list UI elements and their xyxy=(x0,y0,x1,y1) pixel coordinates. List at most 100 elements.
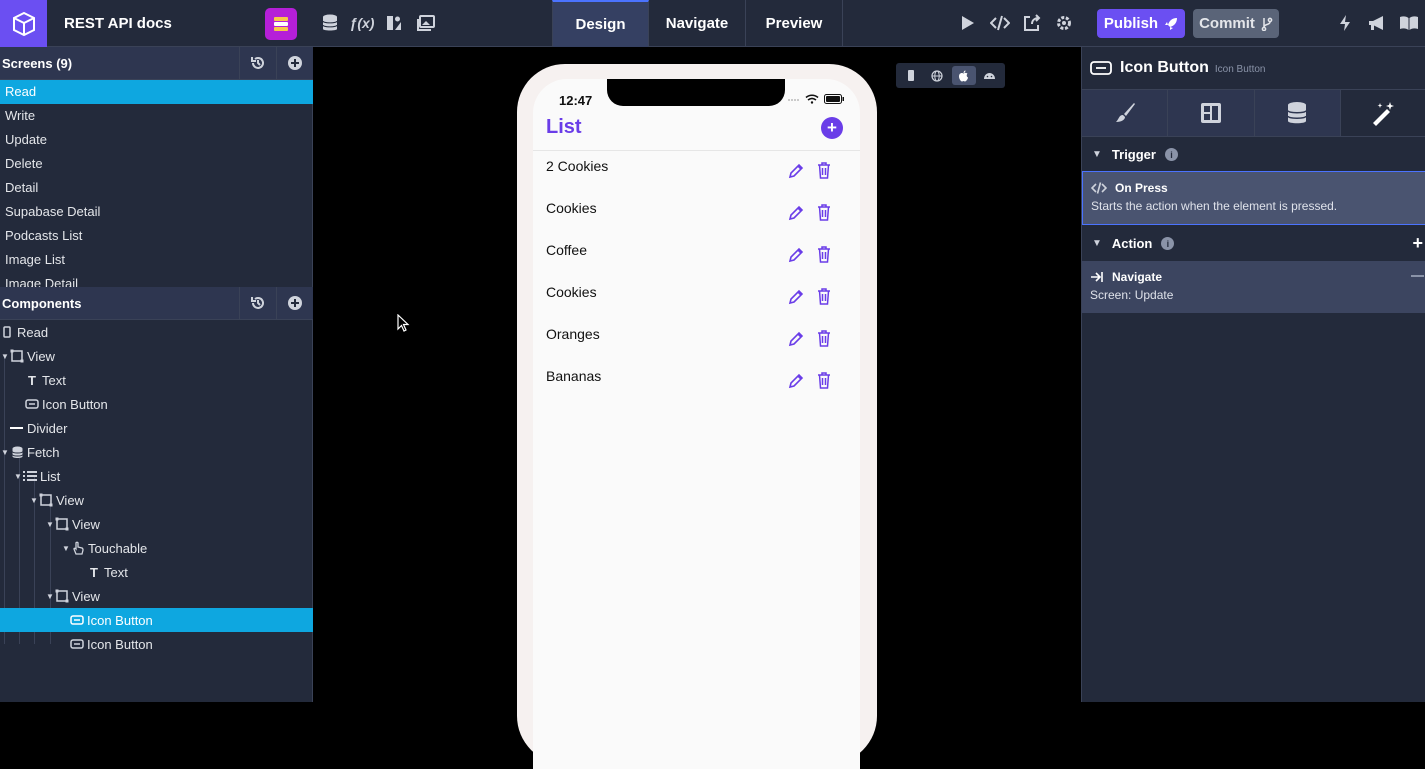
design-canvas[interactable]: 12:47 List + 2 Cookies Cookies Coffee Co… xyxy=(313,47,1081,769)
tree-node-touchable[interactable]: ▼ Touchable xyxy=(0,536,313,560)
app-logo[interactable] xyxy=(0,0,47,47)
screen-item-delete[interactable]: Delete xyxy=(0,152,313,176)
trash-icon[interactable] xyxy=(817,372,831,389)
pencil-icon[interactable] xyxy=(788,247,804,263)
commit-button[interactable]: Commit xyxy=(1193,9,1279,38)
screen-item-write[interactable]: Write xyxy=(0,104,313,128)
item-name[interactable]: Cookies xyxy=(546,200,597,216)
pencil-icon[interactable] xyxy=(788,331,804,347)
caret-down-icon[interactable]: ▼ xyxy=(0,448,10,457)
screen-item-update[interactable]: Update xyxy=(0,128,313,152)
phone-device-icon[interactable] xyxy=(899,66,923,85)
tree-node-label: Icon Button xyxy=(42,396,108,412)
add-item-button[interactable]: + xyxy=(821,117,843,139)
apple-icon[interactable] xyxy=(951,66,976,85)
screen-item-image-list[interactable]: Image List xyxy=(0,248,313,272)
play-icon[interactable] xyxy=(957,12,979,34)
function-icon[interactable]: ƒ(x) xyxy=(350,12,375,34)
assets-icon[interactable] xyxy=(383,12,405,34)
settings-gear-icon[interactable] xyxy=(1053,12,1075,34)
caret-down-icon[interactable]: ▼ xyxy=(0,352,10,361)
add-screen-button[interactable] xyxy=(276,46,313,80)
tab-style[interactable] xyxy=(1082,90,1169,136)
share-icon[interactable] xyxy=(1021,12,1043,34)
tab-layout[interactable] xyxy=(1168,90,1255,136)
add-component-button[interactable] xyxy=(276,286,313,320)
tree-node-label: Touchable xyxy=(88,540,148,556)
android-icon[interactable] xyxy=(978,66,1002,85)
tree-node-divider[interactable]: Divider xyxy=(0,416,313,440)
tree-node-view[interactable]: ▼ View xyxy=(0,488,313,512)
item-name[interactable]: Cookies xyxy=(546,284,597,300)
tree-node-icon-button-selected[interactable]: Icon Button xyxy=(0,608,313,632)
caret-down-icon[interactable]: ▼ xyxy=(45,592,55,601)
list-item: Cookies xyxy=(533,193,860,235)
caret-down-icon[interactable]: ▼ xyxy=(45,520,55,529)
book-icon[interactable] xyxy=(1398,12,1420,34)
project-icon[interactable] xyxy=(265,8,297,40)
trash-icon[interactable] xyxy=(817,288,831,305)
tree-node-label: Read xyxy=(17,324,49,340)
screen-item-read[interactable]: Read xyxy=(0,80,313,104)
tree-node-icon-button[interactable]: Icon Button xyxy=(0,632,313,656)
web-globe-icon[interactable] xyxy=(925,66,949,85)
tab-preview[interactable]: Preview xyxy=(746,0,843,47)
tree-node-icon-button[interactable]: Icon Button xyxy=(0,392,313,416)
database-icon[interactable] xyxy=(319,12,341,34)
tab-navigate[interactable]: Navigate xyxy=(649,0,746,47)
history-button[interactable] xyxy=(239,46,276,80)
pencil-icon[interactable] xyxy=(788,373,804,389)
tree-node-fetch[interactable]: ▼ Fetch xyxy=(0,440,313,464)
publish-button[interactable]: Publish xyxy=(1097,9,1185,38)
trash-icon[interactable] xyxy=(817,204,831,221)
item-name[interactable]: Coffee xyxy=(546,242,587,258)
trash-icon[interactable] xyxy=(817,246,831,263)
navigate-action-card[interactable]: Navigate Screen: Update xyxy=(1082,261,1425,313)
action-section-header[interactable]: ▼ Action i + xyxy=(1082,227,1425,260)
image-icon[interactable] xyxy=(415,12,437,34)
trigger-section-header[interactable]: ▼ Trigger i xyxy=(1082,138,1425,171)
list-icon xyxy=(23,469,37,483)
components-header: Components xyxy=(0,286,313,320)
cube-icon xyxy=(12,11,35,36)
item-name[interactable]: Oranges xyxy=(546,326,600,342)
tab-actions[interactable] xyxy=(1340,90,1425,136)
components-history-button[interactable] xyxy=(239,286,276,320)
add-action-icon[interactable]: + xyxy=(1412,233,1423,254)
pencil-icon[interactable] xyxy=(788,163,804,179)
tab-design[interactable]: Design xyxy=(552,0,649,47)
screen-item-detail[interactable]: Detail xyxy=(0,176,313,200)
tree-node-read[interactable]: Read xyxy=(0,320,313,344)
tree-node-list[interactable]: ▼ List xyxy=(0,464,313,488)
tree-node-text[interactable]: T Text xyxy=(0,368,313,392)
caret-down-icon[interactable]: ▼ xyxy=(61,544,71,553)
tree-node-view[interactable]: ▼ View xyxy=(0,344,313,368)
tree-node-view[interactable]: ▼ View xyxy=(0,512,313,536)
caret-down-icon[interactable]: ▼ xyxy=(29,496,39,505)
tab-data[interactable] xyxy=(1254,90,1341,136)
megaphone-icon[interactable] xyxy=(1366,12,1388,34)
branch-icon xyxy=(1261,17,1273,31)
trash-icon[interactable] xyxy=(817,162,831,179)
tree-node-label: Icon Button xyxy=(87,636,153,652)
remove-action-icon[interactable] xyxy=(1411,275,1424,277)
screen-item-podcasts-list[interactable]: Podcasts List xyxy=(0,224,313,248)
info-icon[interactable]: i xyxy=(1161,237,1175,250)
info-icon[interactable]: i xyxy=(1164,148,1178,161)
pencil-icon[interactable] xyxy=(788,289,804,305)
on-press-trigger-card[interactable]: On Press Starts the action when the elem… xyxy=(1082,171,1425,225)
tree-node-text[interactable]: T Text xyxy=(0,560,313,584)
add-circle-icon xyxy=(288,56,302,70)
tree-node-view[interactable]: ▼ View xyxy=(0,584,313,608)
trash-icon[interactable] xyxy=(817,330,831,347)
project-title: REST API docs xyxy=(64,15,172,32)
caret-down-icon[interactable]: ▼ xyxy=(13,472,23,481)
item-name[interactable]: 2 Cookies xyxy=(546,158,608,174)
list-item: Oranges xyxy=(533,319,860,361)
item-name[interactable]: Bananas xyxy=(546,368,601,384)
tree-node-label: View xyxy=(72,516,100,532)
code-icon[interactable] xyxy=(989,12,1011,34)
lightning-icon[interactable] xyxy=(1334,12,1356,34)
screen-item-supabase-detail[interactable]: Supabase Detail xyxy=(0,200,313,224)
pencil-icon[interactable] xyxy=(788,205,804,221)
